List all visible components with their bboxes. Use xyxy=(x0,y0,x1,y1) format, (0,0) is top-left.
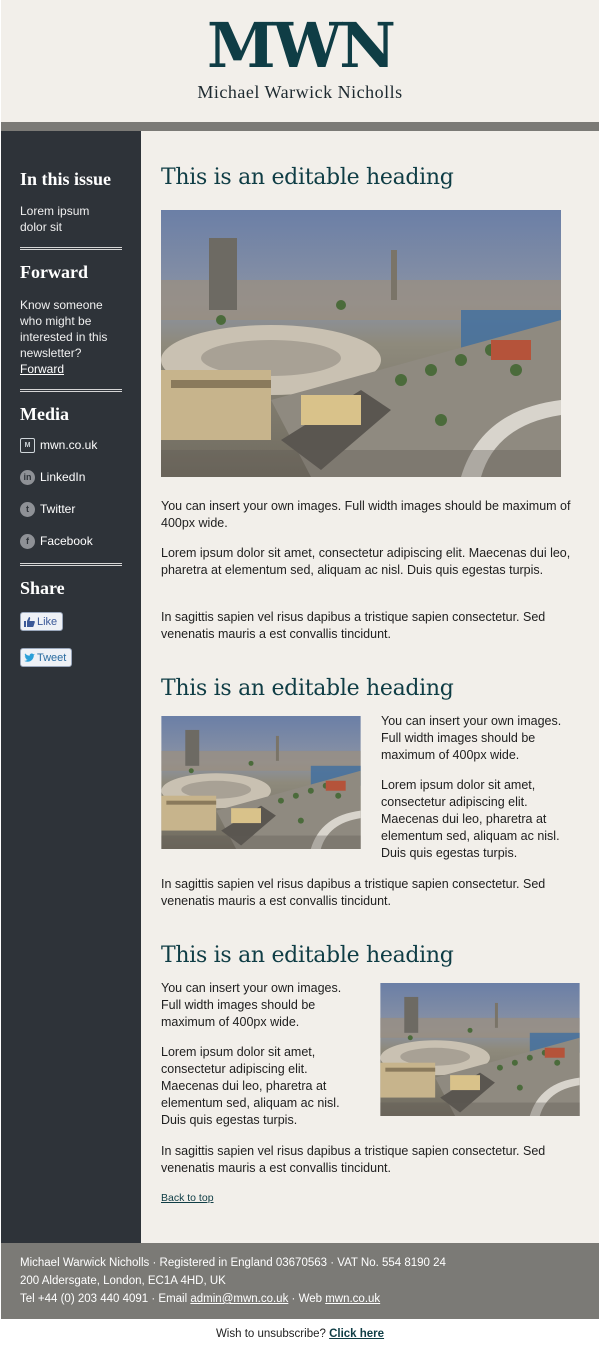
thumbs-up-icon xyxy=(24,616,35,627)
tweet-label: Tweet xyxy=(37,651,67,664)
twitter-bird-icon xyxy=(24,652,35,662)
unsubscribe-text: Wish to unsubscribe? xyxy=(215,1328,330,1340)
forward-link[interactable]: Forward xyxy=(20,362,64,376)
logo-subtitle: Michael Warwick Nicholls xyxy=(197,82,403,102)
unsubscribe-link[interactable]: Click here xyxy=(329,1328,384,1340)
media-item-website[interactable]: M mwn.co.uk xyxy=(20,437,97,453)
twitter-icon: t xyxy=(20,501,35,517)
article-paragraph: You can insert your own images. Full wid… xyxy=(161,499,571,530)
email-link[interactable]: admin@mwn.co.uk xyxy=(190,1293,288,1305)
mwn-icon: M xyxy=(20,437,35,453)
city-photo xyxy=(380,983,580,1116)
header-divider xyxy=(1,122,599,131)
tweet-button[interactable]: Tweet xyxy=(20,648,73,667)
article-heading: This is an editable heading xyxy=(161,676,454,701)
logo: MWN xyxy=(207,9,396,82)
sidebar: In this issue Lorem ipsum dolor sit Forw… xyxy=(1,131,141,1243)
website-link[interactable]: mwn.co.uk xyxy=(325,1293,380,1305)
share-heading: Share xyxy=(20,578,65,598)
issue-heading: In this issue xyxy=(20,169,112,189)
article-paragraph: In sagittis sapien vel risus dapibus a t… xyxy=(161,1144,546,1175)
media-label: mwn.co.uk xyxy=(40,438,98,452)
article-paragraph: You can insert your own images. Full wid… xyxy=(161,981,342,1029)
newsletter: MWN Michael Warwick Nicholls In this iss… xyxy=(1,0,599,1340)
media-item-facebook[interactable]: f Facebook xyxy=(20,533,93,549)
sidebar-divider xyxy=(20,563,122,566)
article-paragraph: In sagittis sapien vel risus dapibus a t… xyxy=(161,610,546,641)
footer-company: Michael Warwick Nicholls · Registered in… xyxy=(20,1257,446,1269)
article-heading: This is an editable heading xyxy=(161,943,454,968)
footer-contact: Tel +44 (0) 203 440 4091 · Email admin@m… xyxy=(20,1290,580,1308)
like-label: Like xyxy=(37,615,58,628)
article-paragraph: In sagittis sapien vel risus dapibus a t… xyxy=(161,877,546,908)
footer: Michael Warwick Nicholls · Registered in… xyxy=(1,1243,599,1319)
issue-link[interactable]: Lorem ipsum dolor sit xyxy=(20,203,110,235)
article-paragraph: Lorem ipsum dolor sit amet, consectetur … xyxy=(161,1045,340,1127)
linkedin-icon: in xyxy=(20,469,35,485)
forward-heading: Forward xyxy=(20,262,88,282)
sidebar-divider xyxy=(20,247,122,250)
footer-tel: Tel +44 (0) 203 440 4091 · Email xyxy=(20,1293,191,1305)
facebook-icon: f xyxy=(20,533,35,549)
media-label: Facebook xyxy=(40,534,93,548)
footer-web-label: · Web xyxy=(288,1293,326,1305)
city-photo xyxy=(161,210,561,477)
sidebar-divider xyxy=(20,389,122,392)
unsubscribe: Wish to unsubscribe? Click here xyxy=(1,1319,599,1340)
header: MWN Michael Warwick Nicholls xyxy=(1,0,599,122)
city-photo xyxy=(161,716,361,849)
article-paragraph: Lorem ipsum dolor sit amet, consectetur … xyxy=(381,778,560,860)
footer-address: 200 Aldersgate, London, EC1A 4HD, UK xyxy=(20,1275,226,1287)
forward-description: Know someone who might be interested in … xyxy=(20,298,108,360)
media-label: LinkedIn xyxy=(40,470,86,484)
back-to-top-link[interactable]: Back to top xyxy=(161,1192,214,1204)
article-paragraph: You can insert your own images. Full wid… xyxy=(381,714,562,762)
forward-text: Know someone who might be interested in … xyxy=(20,297,116,377)
media-item-twitter[interactable]: t Twitter xyxy=(20,501,75,517)
media-label: Twitter xyxy=(40,502,76,516)
article-paragraph: Lorem ipsum dolor sit amet, consectetur … xyxy=(161,546,571,577)
media-heading: Media xyxy=(20,404,69,424)
like-button[interactable]: Like xyxy=(20,612,64,631)
media-item-linkedin[interactable]: in LinkedIn xyxy=(20,469,85,485)
content-area: In this issue Lorem ipsum dolor sit Forw… xyxy=(1,131,599,1243)
article-heading: This is an editable heading xyxy=(161,165,454,190)
